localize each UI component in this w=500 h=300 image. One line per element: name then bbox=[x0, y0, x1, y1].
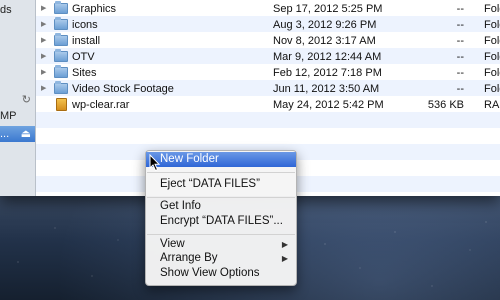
menu-separator bbox=[147, 197, 295, 198]
file-size: -- bbox=[456, 83, 464, 95]
file-name: OTV bbox=[72, 51, 95, 63]
table-row[interactable]: ▶ Video Stock Footage Jun 11, 2012 3:50 … bbox=[36, 81, 500, 97]
disclosure-triangle-icon[interactable]: ▶ bbox=[41, 65, 46, 81]
disclosure-triangle-icon[interactable]: ▶ bbox=[41, 33, 46, 49]
disclosure-triangle-icon[interactable]: ▶ bbox=[41, 49, 46, 65]
sidebar-item-label: ds bbox=[0, 4, 12, 16]
folder-icon bbox=[54, 49, 68, 62]
disclosure-triangle-icon[interactable]: ▶ bbox=[41, 81, 46, 97]
file-date: Sep 17, 2012 5:25 PM bbox=[273, 3, 383, 15]
file-date: May 24, 2012 5:42 PM bbox=[273, 99, 384, 111]
table-row[interactable]: wp-clear.rar May 24, 2012 5:42 PM 536 KB… bbox=[36, 97, 500, 113]
file-size: -- bbox=[456, 51, 464, 63]
file-kind: Fold bbox=[484, 3, 500, 15]
table-row[interactable]: ▶ install Nov 8, 2012 3:17 AM -- Fold bbox=[36, 33, 500, 49]
folder-icon bbox=[54, 33, 68, 46]
file-size: -- bbox=[456, 35, 464, 47]
menu-item-label: View bbox=[160, 238, 185, 250]
file-date: Feb 12, 2012 7:18 PM bbox=[273, 67, 382, 79]
eject-icon[interactable]: ⏏ bbox=[21, 126, 31, 142]
menu-item-get-info[interactable]: Get Info bbox=[146, 199, 296, 214]
table-row[interactable]: ▶ icons Aug 3, 2012 9:26 PM -- Fold bbox=[36, 17, 500, 33]
rar-archive-icon bbox=[56, 98, 67, 111]
mouse-pointer-icon bbox=[149, 154, 161, 172]
file-kind: Fold bbox=[484, 67, 500, 79]
sidebar-item-mp[interactable]: MP bbox=[0, 108, 35, 124]
sidebar-item-downloads[interactable]: ds bbox=[0, 2, 35, 18]
file-date: Jun 11, 2012 3:50 AM bbox=[273, 83, 380, 95]
file-date: Mar 9, 2012 12:44 AM bbox=[273, 51, 382, 63]
menu-separator bbox=[147, 234, 295, 235]
file-name: icons bbox=[72, 19, 98, 31]
submenu-arrow-icon: ▶ bbox=[281, 254, 288, 263]
file-name: Graphics bbox=[72, 3, 117, 15]
file-kind: Fold bbox=[484, 35, 500, 47]
sidebar-item-sync[interactable]: ↻ bbox=[0, 92, 35, 108]
file-kind: RAR bbox=[484, 99, 500, 111]
menu-item-eject[interactable]: Eject “DATA FILES” bbox=[146, 177, 296, 192]
context-menu: New Folder Eject “DATA FILES” Get Info E… bbox=[145, 150, 297, 286]
sidebar-item-label: ... bbox=[0, 128, 10, 140]
folder-icon bbox=[54, 1, 68, 14]
menu-item-new-folder[interactable]: New Folder bbox=[146, 152, 296, 167]
menu-item-show-view-options[interactable]: Show View Options bbox=[146, 266, 296, 281]
file-size: -- bbox=[456, 3, 464, 15]
sync-icon: ↻ bbox=[21, 94, 31, 106]
finder-sidebar: ds ↻ MP ... ⏏ bbox=[0, 0, 36, 196]
file-date: Nov 8, 2012 3:17 AM bbox=[273, 35, 376, 47]
file-size: -- bbox=[456, 67, 464, 79]
sidebar-item-label: MP bbox=[0, 110, 17, 122]
sidebar-item-data-files[interactable]: ... ⏏ bbox=[0, 126, 35, 142]
menu-separator bbox=[147, 172, 295, 173]
disclosure-triangle-icon[interactable]: ▶ bbox=[41, 17, 46, 33]
table-row[interactable]: ▶ OTV Mar 9, 2012 12:44 AM -- Fold bbox=[36, 49, 500, 65]
file-kind: Fold bbox=[484, 83, 500, 95]
file-name: install bbox=[72, 35, 101, 47]
menu-item-encrypt[interactable]: Encrypt “DATA FILES”... bbox=[146, 214, 296, 229]
file-name: Video Stock Footage bbox=[72, 83, 174, 95]
file-name: wp-clear.rar bbox=[72, 99, 130, 111]
disclosure-triangle-icon[interactable]: ▶ bbox=[41, 1, 46, 17]
menu-item-view[interactable]: View ▶ bbox=[146, 237, 296, 252]
table-row[interactable]: ▶ Sites Feb 12, 2012 7:18 PM -- Fold bbox=[36, 65, 500, 81]
submenu-arrow-icon: ▶ bbox=[281, 240, 288, 249]
table-row-stripe bbox=[36, 112, 500, 128]
file-date: Aug 3, 2012 9:26 PM bbox=[273, 19, 377, 31]
folder-icon bbox=[54, 17, 68, 30]
table-row[interactable]: ▶ Graphics Sep 17, 2012 5:25 PM -- Fold bbox=[36, 1, 500, 17]
file-size: -- bbox=[456, 19, 464, 31]
file-size: 536 KB bbox=[427, 99, 464, 111]
file-kind: Fold bbox=[484, 51, 500, 63]
folder-icon bbox=[54, 65, 68, 78]
file-kind: Fold bbox=[484, 19, 500, 31]
menu-item-label: Arrange By bbox=[160, 252, 218, 264]
folder-icon bbox=[54, 81, 68, 94]
menu-item-arrange-by[interactable]: Arrange By ▶ bbox=[146, 251, 296, 266]
file-name: Sites bbox=[72, 67, 97, 79]
